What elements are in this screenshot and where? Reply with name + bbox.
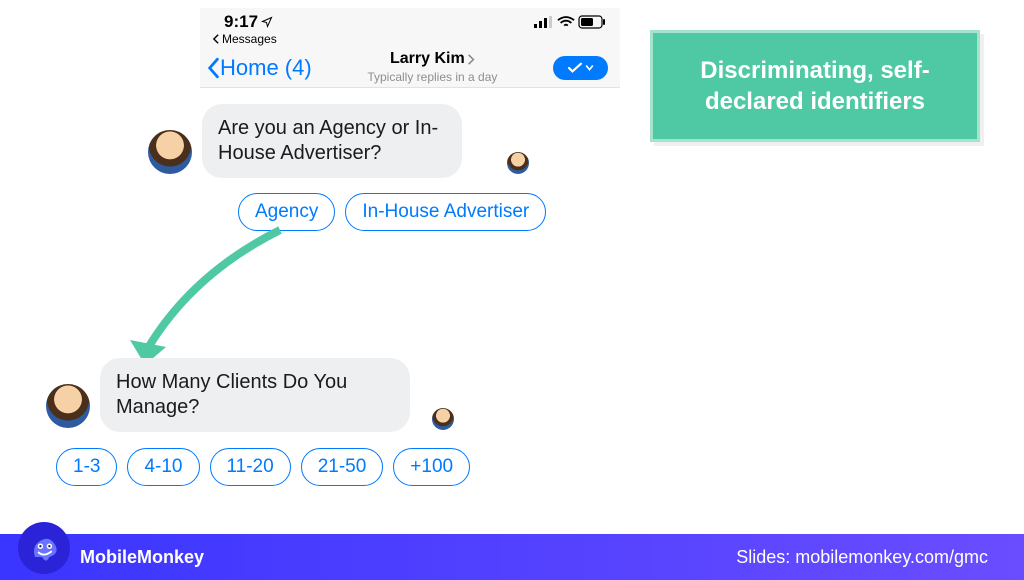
chevron-left-icon [206,57,220,79]
avatar [148,130,192,174]
caret-left-icon [212,34,220,44]
phone-header: 9:17 Messages Home (4) [200,8,620,88]
slides-link: Slides: mobilemonkey.com/gmc [736,547,988,568]
brand: MobileMonkey [18,540,204,574]
callout-box: Discriminating, self-declared identifier… [650,30,980,142]
reply-inhouse[interactable]: In-House Advertiser [345,193,546,231]
quick-replies-2: 1-3 4-10 11-20 21-50 +100 [56,448,470,486]
reply-agency[interactable]: Agency [238,193,335,231]
status-bar: 9:17 [200,8,620,32]
location-icon [261,16,273,28]
message-bubble: How Many Clients Do You Manage? [100,358,410,432]
message-bubble: Are you an Agency or In-House Advertiser… [202,104,462,178]
status-time: 9:17 [224,12,273,32]
reply-11-20[interactable]: 11-20 [210,448,291,486]
bot-message-1: Are you an Agency or In-House Advertiser… [148,104,462,178]
battery-icon [578,15,606,29]
read-receipt-avatar [507,152,529,174]
arrow-annotation [120,225,320,375]
status-right-icons [534,15,606,29]
brand-name: MobileMonkey [80,547,204,568]
home-label: Home (4) [220,55,312,81]
reply-100plus[interactable]: +100 [393,448,470,486]
reply-4-10[interactable]: 4-10 [127,448,199,486]
bot-message-2: How Many Clients Do You Manage? [46,358,410,432]
contact-subtitle: Typically replies in a day [367,70,497,84]
quick-replies-1: Agency In-House Advertiser [238,193,546,231]
caret-down-icon [585,63,594,73]
signal-icon [534,16,554,28]
wifi-icon [557,16,575,28]
slide-footer: MobileMonkey Slides: mobilemonkey.com/gm… [0,534,1024,580]
brand-logo-icon [18,522,70,574]
read-receipt-avatar [432,408,454,430]
contact-name: Larry Kim [390,50,465,68]
reply-1-3[interactable]: 1-3 [56,448,117,486]
check-icon [567,62,583,74]
avatar [46,384,90,428]
back-label: Messages [222,32,277,46]
reply-21-50[interactable]: 21-50 [301,448,384,486]
time-text: 9:17 [224,12,258,32]
done-button[interactable] [553,56,608,80]
home-button[interactable]: Home (4) [206,55,312,81]
chevron-right-icon [467,54,475,65]
conversation-title[interactable]: Larry Kim Typically replies in a day [367,50,497,87]
back-to-messages[interactable]: Messages [200,32,620,48]
